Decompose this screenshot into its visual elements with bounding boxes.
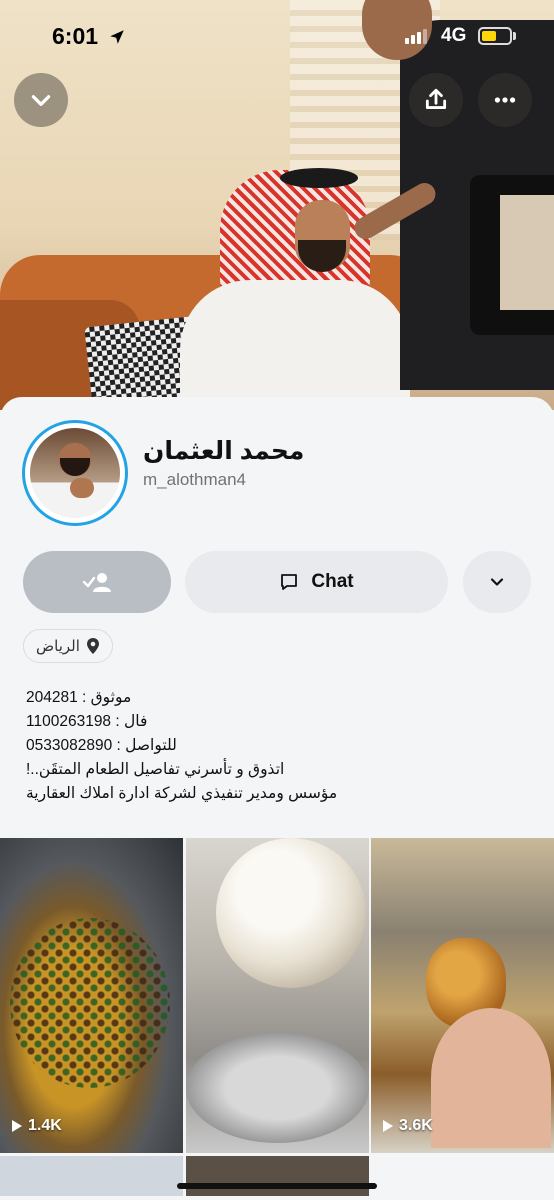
- location-chip[interactable]: الرياض: [23, 629, 113, 663]
- bio-line: مؤسس ومدير تنفيذي لشركة ادارة املاك العق…: [26, 785, 338, 802]
- collapse-button[interactable]: [14, 73, 68, 127]
- status-bar: 6:01 4G: [0, 0, 554, 70]
- story-views: 1.4K: [12, 1117, 62, 1135]
- signal-icon: [405, 29, 427, 44]
- bio-line: اتذوق و تأسرني تفاصيل الطعام المتقَن..!: [26, 761, 285, 778]
- bio: موثوق : 204281 فال : 1100263198 للتواصل …: [26, 686, 337, 806]
- friend-status-button[interactable]: [23, 551, 171, 613]
- friend-added-icon: [82, 573, 111, 592]
- location-arrow-icon: [110, 30, 124, 44]
- bio-line: للتواصل : 0533082890: [26, 737, 177, 754]
- chat-button-label: Chat: [311, 571, 354, 592]
- expand-actions-button[interactable]: [463, 551, 531, 613]
- chat-button[interactable]: Chat: [185, 551, 448, 613]
- story-tile[interactable]: [0, 1156, 183, 1196]
- play-icon: [383, 1120, 393, 1132]
- avatar[interactable]: [30, 428, 120, 518]
- display-name: محمد العثمان: [143, 437, 305, 465]
- location-label: الرياض: [36, 638, 80, 655]
- home-indicator: [177, 1183, 377, 1189]
- more-dots-icon: [494, 97, 516, 103]
- play-icon: [12, 1120, 22, 1132]
- status-time: 6:01: [52, 23, 99, 49]
- story-tile[interactable]: [186, 1156, 369, 1196]
- story-views: 3.6K: [383, 1117, 433, 1135]
- username: m_alothman4: [143, 470, 247, 489]
- chevron-down-icon: [490, 578, 504, 586]
- map-pin-icon: [86, 638, 99, 654]
- network-type: 4G: [441, 25, 467, 46]
- bio-line: موثوق : 204281: [26, 689, 132, 706]
- bio-line: فال : 1100263198: [26, 713, 148, 730]
- story-tile[interactable]: 3.6K: [371, 838, 554, 1153]
- story-tile[interactable]: 1.4K: [0, 838, 183, 1153]
- share-icon: [425, 88, 447, 109]
- battery-level: [482, 31, 496, 41]
- chat-bubble-icon: [281, 574, 298, 590]
- more-options-button[interactable]: [478, 73, 532, 127]
- story-tile[interactable]: [186, 838, 369, 1153]
- share-button[interactable]: [409, 73, 463, 127]
- camera-screen: [500, 195, 554, 310]
- chevron-down-icon: [31, 95, 51, 106]
